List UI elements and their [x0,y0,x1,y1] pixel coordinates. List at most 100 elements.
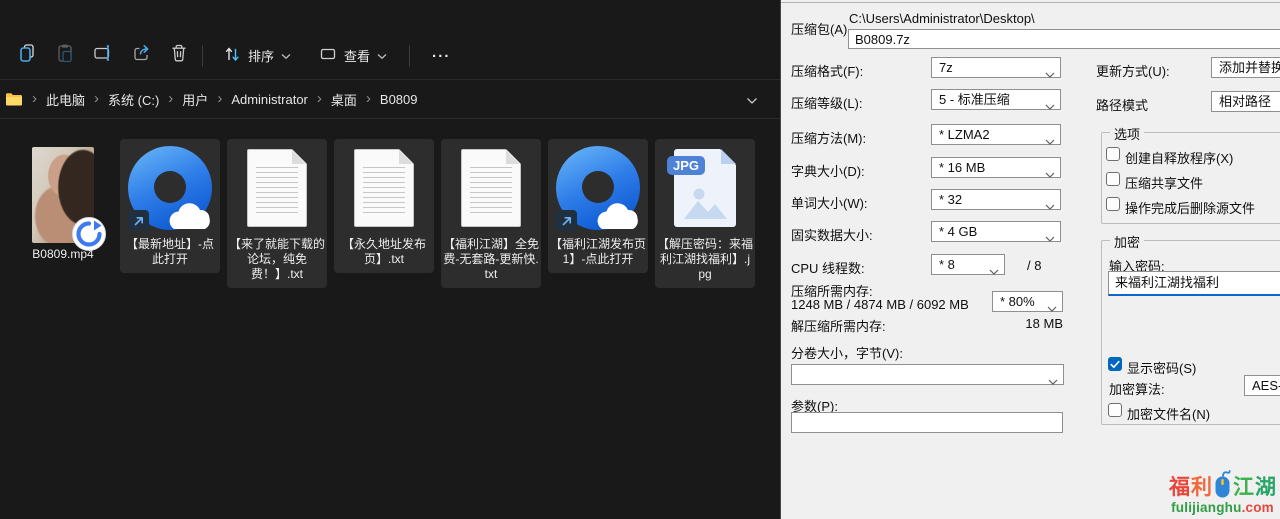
explorer-titlebar [0,0,780,32]
method-label: 压缩方法(M): [791,128,866,147]
sort-label: 排序 [248,46,274,65]
more-options-button[interactable]: ... [420,36,463,70]
options-group-title: 选项 [1110,124,1144,143]
paste-icon [55,43,75,68]
view-icon [319,45,337,66]
sort-icon [223,45,241,66]
file-name: 【永久地址发布页】.txt [336,237,432,267]
file-name: 【福利江湖发布页1】-点此打开 [550,237,646,267]
word-size-combo[interactable]: * 32 [931,189,1061,210]
shared-files-checkbox[interactable] [1106,172,1120,186]
volume-size-combo[interactable] [791,364,1064,385]
breadcrumb-separator: › [32,91,37,106]
text-file-icon [461,149,521,227]
file-name: 【最新地址】-点此打开 [122,237,218,267]
copy-icon [17,43,37,68]
breadcrumb-item-b0809[interactable]: B0809 [380,92,418,107]
compress-memory-values: 1248 MB / 4874 MB / 6092 MB [791,297,969,312]
file-tile-text[interactable]: 【永久地址发布页】.txt [334,139,434,273]
breadcrumb-item-users[interactable]: 用户 [182,90,208,109]
sfx-checkbox-label: 创建自释放程序(X) [1125,148,1233,167]
chevron-down-icon [377,48,387,63]
dictionary-combo[interactable]: * 16 MB [931,157,1061,178]
chevron-down-icon [281,48,291,63]
breadcrumb-separator: › [168,91,173,106]
ellipsis-icon: ... [432,44,451,61]
address-dropdown-chevron-icon[interactable] [746,93,758,108]
cpu-threads-combo[interactable]: * 8 [931,254,1005,275]
delete-button[interactable] [160,39,198,73]
qq-browser-icon [127,145,213,231]
breadcrumb-item-administrator[interactable]: Administrator [231,92,308,107]
paste-button[interactable] [46,39,84,73]
file-name: 【解压密码：来福利江湖找福利】.jpg [657,237,753,282]
breadcrumb-separator: › [317,91,322,106]
file-tile-shortcut[interactable]: 【福利江湖发布页1】-点此打开 [548,139,648,273]
player-badge-icon [71,216,107,252]
share-button[interactable] [122,39,160,73]
password-input[interactable]: 来福利江湖找福利 [1108,271,1280,296]
level-combo[interactable]: 5 - 标准压缩 [931,89,1061,110]
breadcrumb-separator: › [366,91,371,106]
solid-block-combo[interactable]: * 4 GB [931,221,1061,242]
archive-name-input[interactable]: B0809.7z [848,29,1280,49]
parameters-input[interactable] [791,412,1063,433]
encrypt-filenames-label: 加密文件名(N) [1127,404,1210,423]
update-mode-combo[interactable]: 添加并替换文 [1211,57,1280,78]
show-password-checkbox[interactable] [1108,357,1122,371]
shared-files-checkbox-label: 压缩共享文件 [1125,173,1203,192]
file-tile-shortcut[interactable]: 【最新地址】-点此打开 [120,139,220,273]
memory-percent-combo[interactable]: * 80% [992,291,1063,312]
encryption-group-title: 加密 [1110,232,1144,251]
folder-icon [5,92,23,107]
breadcrumb: › 此电脑 › 系统 (C:) › 用户 › Administrator › 桌… [0,79,780,119]
show-password-label: 显示密码(S) [1127,358,1196,377]
sort-button[interactable]: 排序 [213,39,301,73]
delete-after-checkbox-label: 操作完成后删除源文件 [1125,198,1255,217]
level-label: 压缩等级(L): [791,93,863,112]
cpu-threads-label: CPU 线程数: [791,258,865,277]
archive-directory: C:\Users\Administrator\Desktop\ [849,11,1035,26]
breadcrumb-item-this-pc[interactable]: 此电脑 [46,90,85,109]
toolbar-separator [202,45,203,67]
jpg-badge: JPG [667,156,705,175]
file-tile-text[interactable]: 【福利江湖】全免费-无套路-更新快.txt [441,139,541,288]
file-tile-text[interactable]: 【来了就能下载的论坛，纯免费！】.txt [227,139,327,288]
copy-button[interactable] [8,39,46,73]
delete-after-checkbox[interactable] [1106,197,1120,211]
breadcrumb-separator: › [94,91,99,106]
text-file-icon [247,149,307,227]
shortcut-arrow-icon [556,210,577,231]
file-tile-video[interactable]: B0809.mp4 [13,139,113,268]
7zip-add-to-archive-dialog: 压缩包(A) C:\Users\Administrator\Desktop\ B… [780,0,1280,519]
update-mode-label: 更新方式(U): [1096,61,1170,80]
file-tile-image[interactable]: JPG 【解压密码：来福利江湖找福利】.jpg [655,139,755,288]
breadcrumb-separator: › [217,91,222,106]
path-mode-combo[interactable]: 相对路径 [1211,91,1280,112]
toolbar-separator [409,45,410,67]
dialog-top-edge [781,2,1280,3]
solid-block-label: 固实数据大小: [791,225,873,244]
breadcrumb-item-drive-c[interactable]: 系统 (C:) [108,90,159,109]
method-combo[interactable]: * LZMA2 [931,124,1061,145]
watermark-char: 湖 [1255,477,1276,498]
format-combo[interactable]: 7z [931,57,1061,78]
text-file-icon [354,149,414,227]
video-thumbnail [32,147,94,243]
breadcrumb-item-desktop[interactable]: 桌面 [331,90,357,109]
watermark-char: 利 [1191,477,1212,498]
rename-button[interactable] [84,39,122,73]
watermark-domain: fulijianghu [1171,500,1241,515]
format-label: 压缩格式(F): [791,61,863,80]
encryption-method-combo[interactable]: AES-2 [1244,375,1280,396]
dictionary-label: 字典大小(D): [791,161,865,180]
volume-size-label: 分卷大小，字节(V): [791,343,903,362]
sfx-checkbox[interactable] [1106,147,1120,161]
encrypt-filenames-checkbox[interactable] [1108,403,1122,417]
watermark-char: 江 [1233,477,1254,498]
screen: 排序 查看 ... › 此电脑 › 系统 (C:) [0,0,1280,519]
view-button[interactable]: 查看 [309,39,397,73]
mouse-icon [1214,470,1231,498]
path-mode-label: 路径模式 [1096,95,1148,114]
watermark: 福 利 江 湖 fulijianghu.com [1169,470,1276,515]
